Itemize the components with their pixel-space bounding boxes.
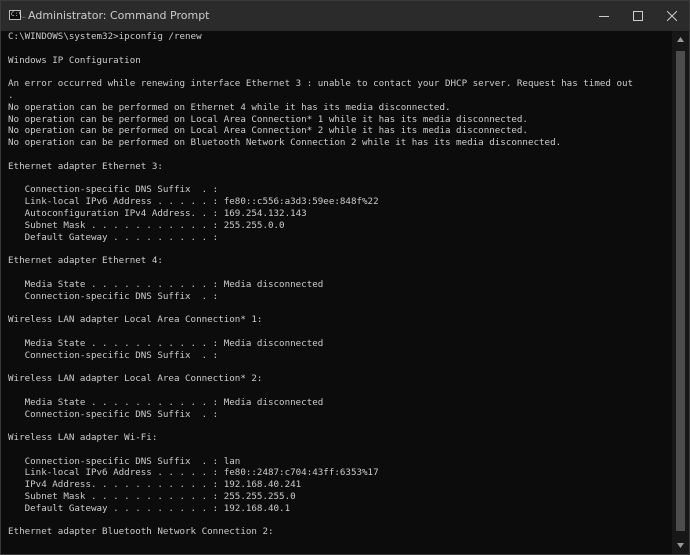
maximize-button[interactable] [621, 1, 655, 31]
console-line: Media State . . . . . . . . . . . : Medi… [8, 396, 324, 408]
maximize-icon [633, 11, 643, 21]
console-line: No operation can be performed on Local A… [8, 113, 528, 125]
console-line: Windows IP Configuration [8, 54, 141, 66]
console-line: Ethernet adapter Ethernet 3: [8, 160, 163, 172]
scroll-up-button[interactable] [672, 31, 689, 48]
console-line: Media State . . . . . . . . . . . : Medi… [8, 337, 324, 349]
minimize-icon [599, 16, 609, 17]
console-line: No operation can be performed on Etherne… [8, 101, 451, 113]
console-line: Default Gateway . . . . . . . . . : 192.… [8, 502, 291, 514]
console-line: An error occurred while renewing interfa… [8, 78, 634, 90]
window-title: Administrator: Command Prompt [28, 9, 210, 22]
console-line: Autoconfiguration IPv4 Address. . : 169.… [8, 207, 307, 219]
console-line: Subnet Mask . . . . . . . . . . . : 255.… [8, 491, 296, 503]
close-icon [667, 11, 677, 21]
console-output[interactable]: C:\WINDOWS\system32>ipconfig /renew Wind… [1, 31, 671, 554]
console-line: Connection-specific DNS Suffix . : [8, 290, 219, 302]
console-line: Link-local IPv6 Address . . . . . : fe80… [8, 467, 379, 479]
console-line: Subnet Mask . . . . . . . . . . . : 255.… [8, 219, 285, 231]
chevron-up-icon [677, 37, 684, 42]
command-prompt-window: C:\_ Administrator: Command Prompt C:\WI… [0, 0, 690, 555]
console-line: Wireless LAN adapter Local Area Connecti… [8, 314, 263, 326]
close-button[interactable] [655, 1, 689, 31]
app-icon-glyph: C:\_ [11, 11, 26, 18]
console-line: Wireless LAN adapter Wi-Fi: [8, 432, 158, 444]
minimize-button[interactable] [587, 1, 621, 31]
console-line: Ethernet adapter Ethernet 4: [8, 255, 163, 267]
console-line: Connection-specific DNS Suffix . : [8, 408, 219, 420]
console-line: Wireless LAN adapter Local Area Connecti… [8, 373, 263, 385]
title-bar[interactable]: C:\_ Administrator: Command Prompt [1, 1, 689, 31]
console-line: Media State . . . . . . . . . . . : Medi… [8, 278, 324, 290]
console-line: C:\WINDOWS\system32>ipconfig /renew [8, 31, 202, 42]
scrollbar-thumb[interactable] [676, 51, 685, 531]
vertical-scrollbar[interactable] [672, 31, 689, 554]
console-line: No operation can be performed on Bluetoo… [8, 137, 562, 149]
console-line: Connection-specific DNS Suffix . : lan [8, 455, 241, 467]
console-line: IPv4 Address. . . . . . . . . . . : 192.… [8, 479, 302, 491]
scroll-down-button[interactable] [672, 537, 689, 554]
console-line: No operation can be performed on Local A… [8, 125, 528, 137]
console-line: Link-local IPv6 Address . . . . . : fe80… [8, 196, 379, 208]
console-line: Default Gateway . . . . . . . . . : [8, 231, 219, 243]
chevron-down-icon [677, 543, 684, 548]
console-line: Connection-specific DNS Suffix . : [8, 184, 219, 196]
console-line: . [8, 89, 14, 101]
console-line: Connection-specific DNS Suffix . : [8, 349, 219, 361]
console-line: Ethernet adapter Bluetooth Network Conne… [8, 526, 274, 538]
console-text: C:\WINDOWS\system32>ipconfig /renew Wind… [1, 31, 671, 538]
command-prompt-icon[interactable]: C:\_ [9, 10, 25, 20]
